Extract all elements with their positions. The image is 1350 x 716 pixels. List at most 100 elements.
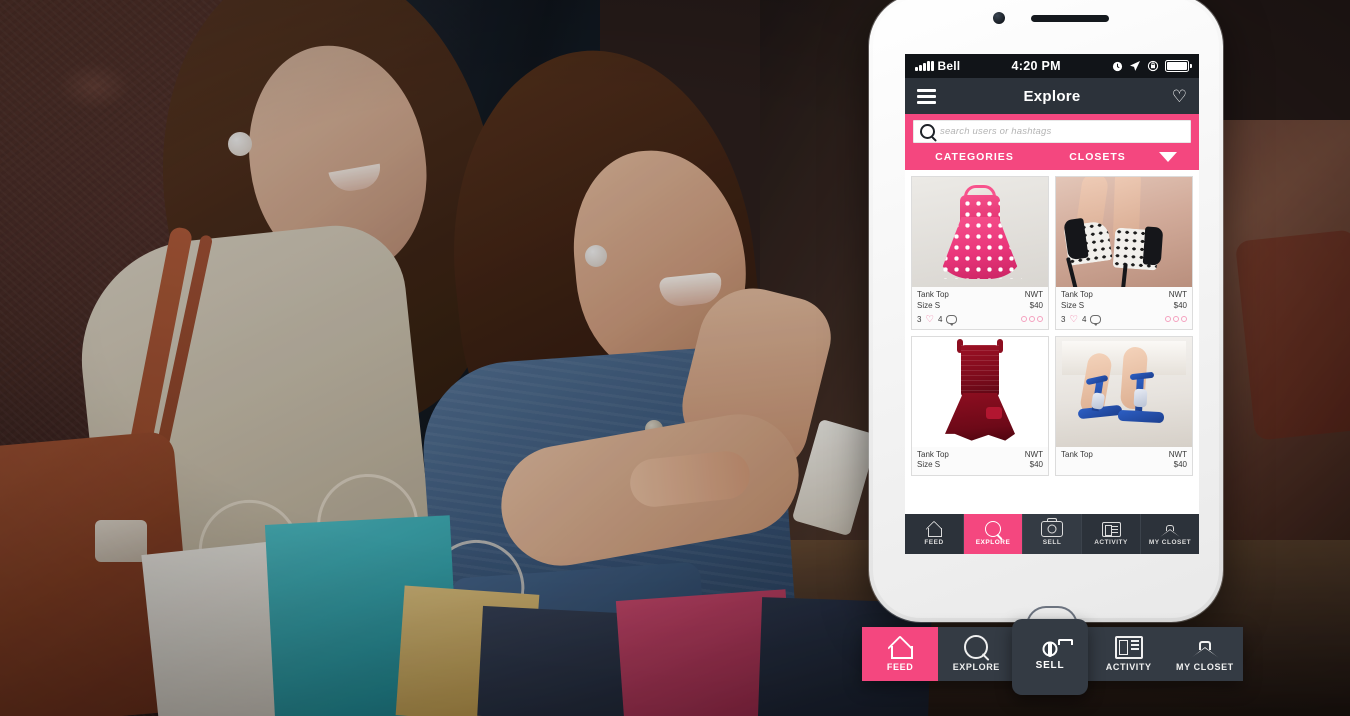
product-meta: Tank Top NWT Size S $40 3 ♡ 4	[1056, 287, 1192, 329]
product-condition: NWT	[1024, 290, 1043, 299]
page-title: Explore	[1023, 87, 1081, 105]
rotation-lock-icon	[1147, 60, 1159, 72]
product-image[interactable]	[912, 336, 1048, 447]
product-title: Tank Top	[917, 290, 949, 299]
product-title: Tank Top	[1061, 290, 1093, 299]
search-filter-bar: search users or hashtags CATEGORIES CLOS…	[905, 114, 1199, 170]
carrier-label: Bell	[937, 59, 961, 73]
status-bar: Bell 4:20 PM	[905, 54, 1199, 78]
nav-label: ACTIVITY	[1105, 661, 1152, 672]
product-card[interactable]: Tank Top NWT Size S $40 3 ♡ 4	[911, 176, 1049, 330]
tab-closets[interactable]: CLOSETS	[1036, 151, 1159, 163]
product-image[interactable]	[912, 177, 1048, 287]
nav-my-closet[interactable]: MY CLOSET	[1167, 627, 1243, 681]
search-icon	[920, 124, 935, 139]
product-stats: 3 ♡ 4	[1061, 314, 1187, 326]
hamburger-menu-icon[interactable]	[917, 88, 936, 104]
nav-feed[interactable]: FEED	[862, 627, 939, 681]
home-icon	[888, 637, 914, 659]
product-card[interactable]: Tank Top NWT Size S $40 3 ♡ 4	[1055, 176, 1193, 330]
heart-outline-icon[interactable]: ♡	[1172, 88, 1187, 105]
signal-bars-icon	[915, 61, 934, 71]
product-title: Tank Top	[1061, 449, 1093, 459]
phone-tab-bar: FEED EXPLORE SELL ACTIVITY MY CLOSET	[905, 514, 1199, 554]
tab-activity[interactable]: ACTIVITY	[1082, 514, 1141, 554]
phone-screen: Bell 4:20 PM Explore ♡ search users or h…	[905, 54, 1199, 554]
product-stats: 3 ♡ 4	[917, 314, 1043, 326]
product-price: $40	[1173, 460, 1187, 470]
like-count: 3	[1061, 314, 1066, 324]
search-placeholder: search users or hashtags	[940, 126, 1052, 137]
comment-bubble-icon[interactable]	[1090, 314, 1102, 326]
more-options-icon[interactable]	[1021, 316, 1043, 323]
product-grid: Tank Top NWT Size S $40 3 ♡ 4 Tank Top N…	[905, 170, 1199, 483]
front-camera-icon	[993, 12, 1005, 24]
nav-sell-button[interactable]: SELL	[1012, 619, 1088, 695]
alarm-clock-icon	[1112, 61, 1123, 71]
photo-display-handbag	[1234, 229, 1350, 441]
hanger-icon	[1190, 637, 1220, 659]
tab-label: FEED	[924, 539, 944, 546]
nav-label: MY CLOSET	[1176, 661, 1234, 672]
home-icon	[926, 522, 943, 537]
caret-down-icon[interactable]	[1159, 151, 1177, 162]
nav-label: FEED	[886, 661, 914, 672]
heart-icon[interactable]: ♡	[925, 314, 934, 325]
hanger-icon	[1160, 522, 1180, 537]
status-bar-right	[1112, 60, 1192, 72]
like-count: 3	[917, 314, 922, 324]
camera-icon	[1048, 641, 1052, 657]
app-screenshot: Bell 4:20 PM Explore ♡ search users or h…	[0, 0, 1350, 716]
camera-icon	[1041, 518, 1063, 537]
product-price: $40	[1029, 460, 1043, 470]
more-options-icon[interactable]	[1165, 316, 1187, 323]
app-header: Explore ♡	[905, 78, 1199, 114]
newspaper-icon	[1114, 635, 1143, 659]
product-meta: Tank Top NWT Size S $40 3 ♡ 4	[912, 287, 1048, 329]
product-card[interactable]: Tank Top NWT $40	[1055, 335, 1193, 477]
tab-label: ACTIVITY	[1094, 539, 1128, 546]
product-image[interactable]	[1056, 336, 1192, 447]
photo-woman-one-earring	[228, 132, 252, 156]
product-condition: NWT	[1024, 449, 1043, 459]
earpiece-speaker	[1031, 15, 1109, 22]
comment-bubble-icon[interactable]	[946, 314, 958, 326]
product-meta: Tank Top NWT $40	[1056, 446, 1192, 476]
tab-sell[interactable]: SELL	[1023, 514, 1082, 554]
heart-icon[interactable]: ♡	[1069, 314, 1078, 325]
location-arrow-icon	[1130, 61, 1140, 71]
filter-row: CATEGORIES CLOSETS	[913, 143, 1191, 170]
search-icon	[985, 521, 1001, 537]
battery-icon	[1165, 60, 1192, 72]
tab-my-closet[interactable]: MY CLOSET	[1141, 514, 1199, 554]
phone-device: Bell 4:20 PM Explore ♡ search users or h…	[869, 0, 1223, 622]
red-ruched-dress-art	[945, 338, 1015, 441]
tab-categories[interactable]: CATEGORIES	[913, 151, 1036, 163]
tab-label: EXPLORE	[975, 539, 1011, 546]
status-bar-left: Bell	[915, 59, 960, 73]
tab-label: SELL	[1042, 539, 1062, 546]
product-size: Size S	[917, 460, 941, 470]
product-image[interactable]	[1056, 177, 1192, 287]
tab-label: MY CLOSET	[1148, 539, 1192, 546]
photo-handbag-buckle	[95, 520, 147, 562]
nav-label: EXPLORE	[952, 661, 1000, 672]
product-title: Tank Top	[917, 449, 949, 459]
product-size: Size S	[917, 300, 941, 310]
product-price: $40	[1173, 300, 1187, 310]
comment-count: 4	[1081, 314, 1087, 324]
tab-feed[interactable]: FEED	[905, 514, 964, 554]
product-card[interactable]: Tank Top NWT Size S $40	[911, 335, 1049, 477]
comment-count: 4	[937, 314, 943, 324]
newspaper-icon	[1101, 522, 1121, 537]
product-condition: NWT	[1168, 290, 1187, 299]
nav-explore[interactable]: EXPLORE	[938, 627, 1014, 681]
nav-activity[interactable]: ACTIVITY	[1091, 627, 1167, 681]
tab-explore[interactable]: EXPLORE	[964, 514, 1023, 554]
search-input[interactable]: search users or hashtags	[913, 120, 1191, 143]
pink-polkadot-dress-art	[937, 183, 1023, 283]
photo-woman-two-earring	[585, 245, 607, 267]
product-condition: NWT	[1168, 449, 1187, 459]
nav-label: SELL	[1035, 659, 1065, 671]
status-bar-clock: 4:20 PM	[1011, 59, 1061, 73]
